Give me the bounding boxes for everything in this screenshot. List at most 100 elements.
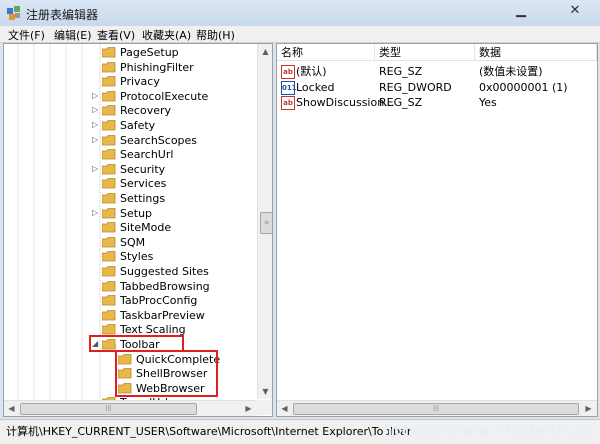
tree-item[interactable]: PhishingFilter: [4, 61, 254, 75]
tree-horizontal-scrollbar[interactable]: ◀ ||| ▶: [4, 400, 257, 416]
menu-file[interactable]: 文件(F): [8, 27, 45, 43]
tree-item[interactable]: Suggested Sites: [4, 265, 254, 279]
tree-expander-icon[interactable]: ▷: [92, 120, 100, 129]
scrollbar-corner: [257, 400, 272, 415]
values-hscroll-thumb[interactable]: |||: [293, 403, 579, 415]
folder-icon: [102, 222, 116, 233]
tree-scroll-thumb[interactable]: ≡: [260, 212, 272, 234]
tree-expander-icon[interactable]: ▷: [92, 105, 100, 114]
tree-item-label: SearchUrl: [120, 148, 174, 162]
tree-item-label: Safety: [120, 119, 156, 132]
scroll-right-arrow-icon[interactable]: ▶: [241, 401, 256, 416]
folder-icon: [102, 295, 116, 306]
tree-item-label: SQM: [120, 235, 146, 249]
tree-expander-icon[interactable]: ▷: [92, 208, 100, 217]
binary-value-icon: 011: [281, 80, 297, 95]
tree-item[interactable]: PageSetup: [4, 46, 254, 60]
folder-icon: [102, 163, 116, 175]
tree-item[interactable]: ▷ Security: [4, 163, 254, 177]
menu-view[interactable]: 查看(V): [97, 27, 135, 43]
tree-item[interactable]: ▷ SearchScopes: [4, 134, 254, 148]
values-horizontal-scrollbar[interactable]: ◀ ||| ▶: [277, 400, 597, 416]
column-header-name[interactable]: 名称: [277, 44, 375, 61]
menu-edit[interactable]: 编辑(E): [54, 27, 92, 43]
tree-item[interactable]: TabbedBrowsing: [4, 280, 254, 294]
tree-expander-icon[interactable]: ▷: [92, 164, 100, 173]
tree-item-label: ProtocolExecute: [120, 89, 209, 103]
tree-item-label: Services: [120, 177, 167, 191]
tree-item[interactable]: SQM: [4, 236, 254, 250]
folder-icon: [102, 76, 116, 87]
tree-item[interactable]: ▷ Safety: [4, 119, 254, 133]
string-value-icon: ab: [281, 96, 295, 110]
scroll-down-arrow-icon[interactable]: ▼: [258, 384, 272, 399]
tree-item-label: TaskbarPreview: [120, 308, 205, 322]
values-scroll-left-arrow-icon[interactable]: ◀: [277, 401, 292, 416]
column-header-data[interactable]: 数据: [475, 44, 597, 61]
folder-icon: [102, 61, 116, 72]
folder-icon: [102, 193, 116, 204]
folder-icon: [102, 324, 116, 335]
tree-item[interactable]: ▷ Recovery: [4, 104, 254, 118]
values-list[interactable]: 名称 类型 数据 ab (默认) REG_SZ (数值未设置) 011 Locked REG…: [276, 43, 598, 417]
folder-icon: [102, 266, 116, 277]
tree-item[interactable]: ▷ Setup: [4, 207, 254, 221]
scroll-left-arrow-icon[interactable]: ◀: [4, 401, 19, 416]
value-type: REG_SZ: [379, 65, 423, 78]
title-bar[interactable]: 注册表编辑器 ▁ ✕: [0, 0, 600, 26]
folder-icon: [102, 178, 116, 189]
tree-item-label: TabProcConfig: [120, 294, 198, 308]
regedit-app-icon: [7, 6, 20, 20]
watermark: https://www.f7admin.cc: [382, 423, 592, 439]
tree-item[interactable]: Settings: [4, 192, 254, 206]
menu-favorites[interactable]: 收藏夹(A): [142, 27, 191, 43]
string-value-icon: ab: [281, 65, 295, 79]
registry-tree[interactable]: PageSetup PhishingFilter Privacy ▷ ProtocolE…: [3, 43, 273, 417]
folder-icon: [102, 309, 116, 321]
folder-icon: [102, 207, 116, 218]
tree-item-label: Suggested Sites: [120, 265, 209, 278]
close-button[interactable]: ✕: [562, 2, 588, 20]
menu-help[interactable]: 帮助(H): [196, 27, 235, 43]
tree-item-label: TabbedBrowsing: [120, 279, 210, 293]
tree-item[interactable]: TaskbarPreview: [4, 309, 254, 323]
tree-hscroll-thumb[interactable]: |||: [20, 403, 197, 415]
folder-icon: [102, 251, 116, 262]
tree-item[interactable]: Privacy: [4, 75, 254, 89]
tree-item-label: Settings: [120, 192, 166, 205]
value-name[interactable]: ShowDiscussion...: [296, 95, 395, 110]
scroll-up-arrow-icon[interactable]: ▲: [258, 44, 272, 59]
status-key-path: 计算机\HKEY_CURRENT_USER\Software\Microsoft…: [6, 425, 412, 438]
tree-item[interactable]: Services: [4, 177, 254, 191]
value-name[interactable]: Locked: [296, 80, 376, 95]
tree-item[interactable]: ▷ ProtocolExecute: [4, 90, 254, 104]
value-type: REG_DWORD: [379, 80, 452, 94]
value-data: (数值未设置): [479, 65, 543, 78]
tree-expander-icon[interactable]: ▷: [92, 135, 100, 144]
minimize-button[interactable]: ▁: [508, 2, 534, 20]
value-data: Yes: [479, 96, 497, 109]
regedit-window: 注册表编辑器 ▁ ✕ 文件(F) 编辑(E) 查看(V) 收藏夹(A) 帮助(H…: [0, 0, 600, 444]
column-header-type[interactable]: 类型: [375, 44, 475, 61]
folder-icon: [102, 134, 116, 145]
status-bar: 计算机\HKEY_CURRENT_USER\Software\Microsoft…: [0, 419, 600, 444]
value-type: REG_SZ: [379, 96, 423, 109]
folder-icon: [102, 47, 116, 58]
tree-item-label: SiteMode: [120, 221, 172, 235]
tree-item-label: Privacy: [120, 75, 160, 89]
tree-expander-icon[interactable]: ▷: [92, 91, 100, 100]
value-data: 0x00000001 (1): [479, 80, 568, 94]
folder-icon: [102, 120, 116, 131]
tree-item-label: PageSetup: [120, 46, 179, 59]
folder-icon: [102, 149, 116, 160]
highlight-toolbar-subkeys: [115, 350, 218, 397]
tree-vertical-scrollbar[interactable]: ▲ ≡ ▼: [257, 44, 272, 399]
tree-item[interactable]: TabProcConfig: [4, 294, 254, 308]
folder-icon: [102, 90, 116, 102]
tree-item[interactable]: Styles: [4, 250, 254, 264]
values-scroll-right-arrow-icon[interactable]: ▶: [581, 401, 596, 416]
tree-item[interactable]: SiteMode: [4, 221, 254, 235]
value-name[interactable]: (默认): [296, 64, 376, 79]
tree-item-label: Setup: [120, 206, 153, 220]
tree-item[interactable]: SearchUrl: [4, 148, 254, 162]
